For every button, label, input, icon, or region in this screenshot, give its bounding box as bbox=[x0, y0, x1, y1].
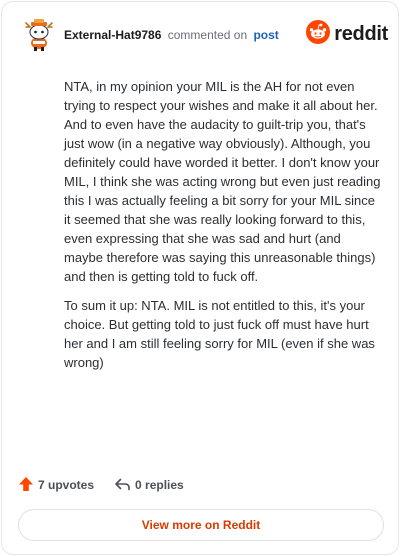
reply-button[interactable]: 0 replies bbox=[114, 476, 184, 495]
upvote-arrow-icon bbox=[18, 476, 38, 495]
username[interactable]: External-Hat9786 bbox=[64, 28, 161, 42]
view-more-button[interactable]: View more on Reddit bbox=[18, 509, 384, 541]
reddit-wordmark: reddit bbox=[334, 22, 388, 45]
comment-header: External-Hat9786 commented on post reddi… bbox=[22, 17, 388, 53]
comment-card: External-Hat9786 commented on post reddi… bbox=[1, 1, 399, 555]
reply-arrow-icon bbox=[114, 476, 135, 495]
comment-paragraph: NTA, in my opinion your MIL is the AH fo… bbox=[64, 79, 381, 284]
avatar[interactable] bbox=[22, 17, 56, 51]
reddit-logo[interactable]: reddit bbox=[306, 19, 388, 49]
action-text: commented on bbox=[167, 28, 248, 42]
reply-count: 0 replies bbox=[135, 478, 184, 492]
comment-meta: External-Hat9786 commented on post bbox=[64, 28, 279, 42]
comment-paragraph: To sum it up: NTA. MIL is not entitled t… bbox=[64, 298, 375, 370]
snoo-icon bbox=[306, 19, 331, 49]
upvote-button[interactable]: 7 upvotes bbox=[18, 476, 94, 495]
comment-body: NTA, in my opinion your MIL is the AH fo… bbox=[64, 77, 382, 382]
upvote-count: 7 upvotes bbox=[38, 478, 95, 492]
comment-actions: 7 upvotes 0 replies bbox=[18, 474, 184, 496]
post-link[interactable]: post bbox=[253, 28, 278, 42]
